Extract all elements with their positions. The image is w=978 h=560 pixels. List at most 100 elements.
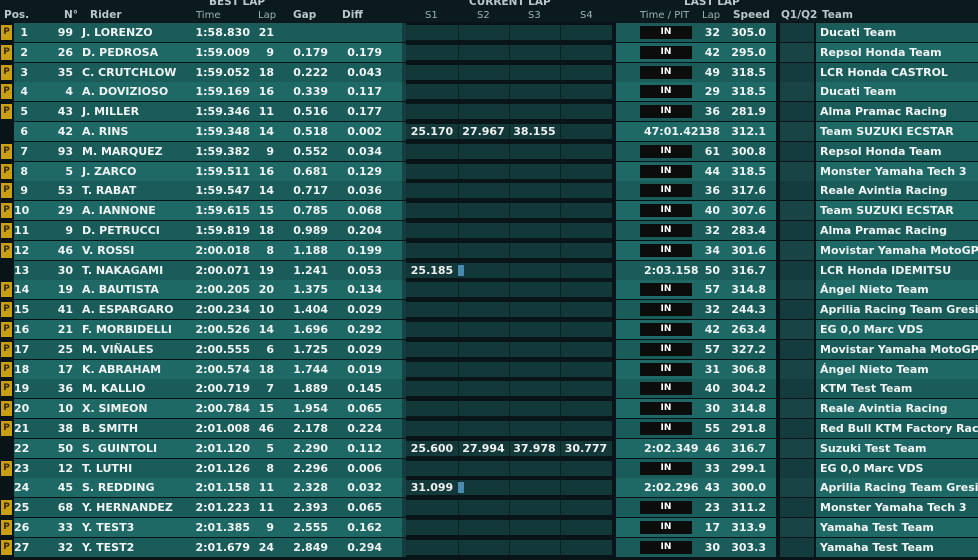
sector-divider: [560, 104, 561, 120]
table-row[interactable]: P 10 29 A. IANNONE 1:59.615 15 0.785 0.068 IN 40 3…: [0, 201, 978, 221]
best-lap-number: 9: [266, 521, 274, 534]
team-name: Monster Yamaha Tech 3: [820, 501, 967, 515]
position: 24: [14, 481, 30, 495]
sector-divider: [560, 143, 561, 159]
sector-divider: [560, 421, 561, 436]
table-row[interactable]: P 12 46 V. ROSSI 2:00.018 8 1.188 0.199 IN 34 301.…: [0, 240, 978, 260]
table-row[interactable]: 6 42 A. RINS 1:59.348 14 0.518 0.002 25.170 27.9…: [0, 122, 978, 141]
table-row[interactable]: P 7 93 M. MARQUEZ 1:59.382 9 0.552 0.034 IN 61 300…: [0, 141, 978, 161]
sector-divider: [560, 539, 561, 555]
current-lap-bar: [406, 401, 612, 417]
table-row[interactable]: 22 50 S. GUINTOLI 2:01.120 5 2.290 0.112 25.600…: [0, 438, 978, 458]
team-name: Movistar Yamaha MotoGP: [820, 342, 978, 356]
sector-divider: [560, 84, 561, 100]
diff-value: 0.177: [347, 105, 382, 119]
diff-value: 0.162: [347, 521, 382, 534]
table-row[interactable]: P 19 36 M. KALLIO 2:00.719 7 1.889 0.145 IN 40 304…: [0, 379, 978, 399]
sector-divider: [560, 302, 561, 318]
in-pit-badge: IN: [640, 540, 692, 554]
last-lap-number: 36: [704, 184, 720, 198]
table-row[interactable]: P 18 17 K. ABRAHAM 2:00.574 18 1.744 0.019 IN 31 3…: [0, 359, 978, 379]
table-row[interactable]: P 17 25 M. VIÑALES 2:00.555 6 1.725 0.029 IN 57 32…: [0, 339, 978, 359]
diff-value: [344, 23, 382, 42]
rider-name: D. PETRUCCI: [82, 224, 160, 237]
top-speed: 300.8: [731, 144, 766, 158]
current-lap-bar: [406, 520, 612, 535]
best-lap-time: 2:01.679: [195, 540, 250, 554]
rider-number: 32: [57, 540, 73, 554]
best-lap-number: 18: [258, 362, 274, 376]
header-diff: Diff: [342, 9, 363, 21]
best-lap-number: 9: [266, 144, 274, 158]
best-lap-time: 1:59.511: [195, 164, 250, 178]
sector-divider: [509, 223, 510, 238]
sector-1-time: 25.170: [410, 125, 454, 138]
sector-divider: [560, 381, 561, 397]
team-name: KTM Test Team: [820, 382, 913, 396]
best-lap-number: 18: [258, 224, 274, 237]
team-name: Alma Pramac Racing: [820, 224, 948, 237]
in-pit-badge: IN: [640, 85, 692, 99]
table-row[interactable]: P 1 99 J. LORENZO 1:58.830 21 IN 32 305.0 Ducati …: [0, 23, 978, 42]
table-row[interactable]: P 14 19 A. BAUTISTA 2:00.205 20 1.375 0.134 IN 57…: [0, 280, 978, 300]
table-row[interactable]: P 11 9 D. PETRUCCI 1:59.819 18 0.989 0.204 IN 32 2…: [0, 221, 978, 240]
sector-divider: [509, 500, 510, 516]
position: 10: [14, 204, 30, 218]
table-row[interactable]: P 26 33 Y. TEST3 2:01.385 9 2.555 0.162 IN 17 313.…: [0, 518, 978, 537]
table-row[interactable]: P 3 35 C. CRUTCHLOW 1:59.052 18 0.222 0.043 IN 49…: [0, 62, 978, 82]
table-row[interactable]: P 23 12 T. LUTHI 2:01.126 8 2.296 0.006 IN 33 299.…: [0, 458, 978, 478]
best-lap-number: 6: [266, 342, 274, 356]
table-row[interactable]: P 9 53 T. RABAT 1:59.547 14 0.717 0.036 IN 36 317.…: [0, 181, 978, 201]
last-lap-number: 61: [704, 144, 720, 158]
top-speed: 263.4: [731, 323, 766, 336]
table-row[interactable]: P 8 5 J. ZARCO 1:59.511 16 0.681 0.129 IN 44 318.5…: [0, 161, 978, 181]
sector-divider: [458, 84, 459, 100]
last-lap-number: 32: [704, 224, 720, 237]
q1q2-cell: [780, 161, 814, 181]
table-row[interactable]: P 5 43 J. MILLER 1:59.346 11 0.516 0.177 IN 36 281…: [0, 102, 978, 122]
best-lap-time: 1:59.615: [195, 204, 250, 218]
pit-status-badge: P: [1, 104, 12, 120]
rider-name: T. NAKAGAMI: [82, 263, 164, 277]
current-lap-bar: [406, 223, 612, 238]
header-number: N°: [64, 9, 79, 21]
current-lap-bar: 31.099: [406, 480, 612, 496]
team-name: EG 0,0 Marc VDS: [820, 461, 924, 475]
table-row[interactable]: P 15 41 A. ESPARGARO 2:00.234 10 1.404 0.029 IN 3…: [0, 300, 978, 320]
best-lap-time: 2:00.555: [195, 342, 250, 356]
best-lap-time: 2:01.385: [195, 521, 250, 534]
table-header: Pos. N° Rider BEST LAP Time Lap Gap Diff…: [0, 0, 978, 22]
pit-status-badge: P: [1, 203, 12, 219]
table-row[interactable]: P 4 4 A. DOVIZIOSO 1:59.169 16 0.339 0.117 IN 29 3…: [0, 82, 978, 102]
team-name: Team SUZUKI ECSTAR: [820, 204, 954, 218]
sector-divider: [509, 44, 510, 60]
sector-divider: [560, 322, 561, 337]
team-name: LCR Honda CASTROL: [820, 65, 948, 79]
header-s4: S4: [580, 10, 593, 21]
table-row[interactable]: P 20 10 X. SIMEON 2:00.784 15 1.954 0.065 IN 30 31…: [0, 399, 978, 419]
q1q2-cell: [780, 181, 814, 201]
in-pit-badge: IN: [640, 164, 692, 178]
team-name: Yamaha Test Team: [820, 540, 934, 554]
team-name: Team SUZUKI ECSTAR: [820, 125, 954, 138]
q1q2-cell: [780, 419, 814, 438]
sector-divider: [458, 242, 459, 258]
pit-status-badge: P: [1, 223, 12, 238]
sector-divider: [509, 203, 510, 219]
table-row[interactable]: P 21 38 B. SMITH 2:01.008 46 2.178 0.224 IN 55 291…: [0, 419, 978, 438]
pit-status-badge: P: [1, 163, 12, 179]
table-row[interactable]: P 2 26 D. PEDROSA 1:59.009 9 0.179 0.179 IN 42 295…: [0, 42, 978, 62]
rider-name: A. RINS: [82, 125, 129, 138]
last-lap-time: 2:03.158: [644, 263, 699, 277]
table-row[interactable]: 13 30 T. NAKAGAMI 2:00.071 19 1.241 0.053 25.18…: [0, 260, 978, 280]
table-row[interactable]: P 27 32 Y. TEST2 2:01.679 24 2.849 0.294 IN 30 303…: [0, 537, 978, 557]
position: 9: [20, 184, 28, 198]
gap-value: 2.328: [293, 481, 328, 495]
sector-divider: [509, 242, 510, 258]
current-lap-bar: [406, 163, 612, 179]
gap-value: 0.717: [293, 184, 328, 198]
table-row[interactable]: 24 45 S. REDDING 2:01.158 11 2.328 0.032 31.099…: [0, 478, 978, 498]
table-row[interactable]: P 25 68 Y. HERNANDEZ 2:01.223 11 2.393 0.065 IN 2…: [0, 498, 978, 518]
table-row[interactable]: P 16 21 F. MORBIDELLI 2:00.526 14 1.696 0.292 IN…: [0, 320, 978, 339]
last-lap-number: 23: [704, 501, 720, 515]
